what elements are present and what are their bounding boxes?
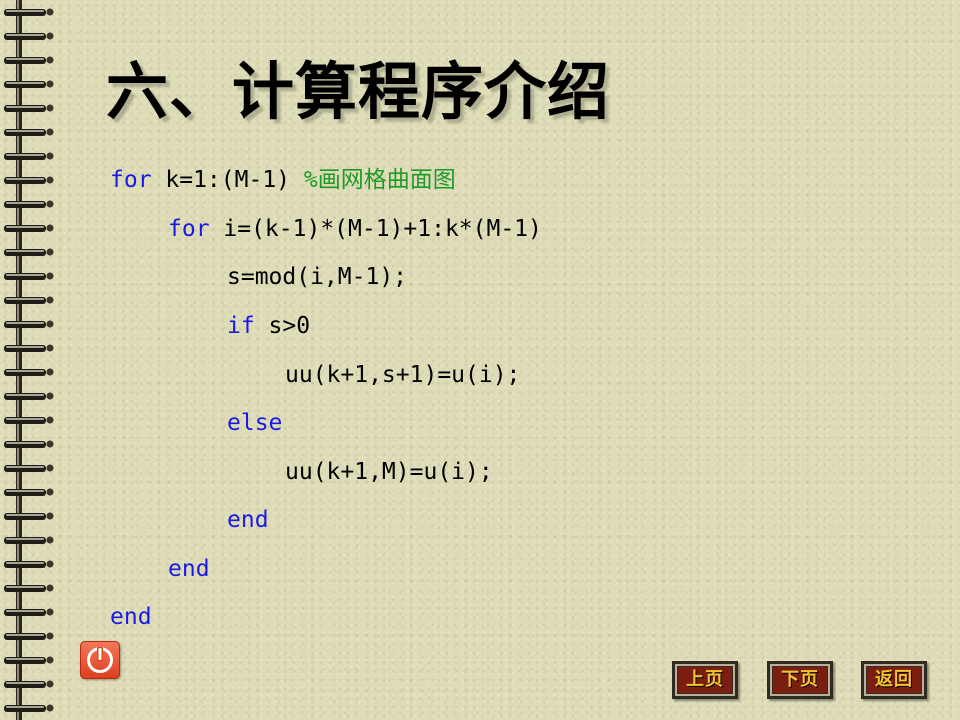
binding-ring [4, 128, 54, 136]
binding-ring [4, 344, 54, 352]
binding-ring [4, 320, 54, 328]
binding-ring [4, 392, 54, 400]
code-line: end [168, 549, 210, 589]
binding-ring [4, 104, 54, 112]
code-line: end [227, 500, 269, 540]
binding-ring [4, 272, 54, 280]
binding-ring [4, 368, 54, 376]
page-title: 六、计算程序介绍 [106, 55, 611, 128]
binding-ring [4, 440, 54, 448]
code-line: else [227, 403, 282, 443]
binding-ring [4, 584, 54, 592]
code-keyword: else [227, 410, 283, 436]
code-keyword: if [227, 313, 255, 339]
code-text: s>0 [254, 313, 311, 339]
prev-page-label: 上页 [686, 669, 724, 690]
binding-ring [4, 512, 54, 520]
code-line: if s>0 [227, 306, 310, 346]
binding-ring [4, 536, 54, 544]
spiral-binding-icon [4, 0, 54, 720]
back-button[interactable]: 返回 [861, 661, 927, 699]
code-line: end [110, 597, 152, 637]
binding-ring [4, 656, 54, 664]
code-keyword: end [227, 507, 269, 533]
binding-ring [4, 464, 54, 472]
code-line: uu(k+1,M)=u(i); [285, 452, 493, 492]
power-icon [87, 647, 113, 673]
code-keyword: for [110, 167, 152, 193]
code-text: uu(k+1,M)=u(i); [285, 459, 493, 485]
prev-page-button[interactable]: 上页 [672, 661, 738, 699]
binding-ring [4, 488, 54, 496]
binding-ring [4, 80, 54, 88]
code-text: i=(k-1)*(M-1)+1:k*(M-1) [209, 216, 542, 242]
code-line: for k=1:(M-1) %画网格曲面图 [110, 160, 456, 200]
binding-ring [4, 176, 54, 184]
binding-ring [4, 680, 54, 688]
binding-ring [4, 200, 54, 208]
code-text: uu(k+1,s+1)=u(i); [285, 362, 521, 388]
code-comment: %画网格曲面图 [303, 167, 456, 193]
code-text: s=mod(i,M-1); [227, 264, 408, 290]
code-line: for i=(k-1)*(M-1)+1:k*(M-1) [168, 209, 542, 249]
binding-ring [4, 8, 54, 16]
binding-ring [4, 296, 54, 304]
code-keyword: end [168, 556, 210, 582]
binding-ring [4, 224, 54, 232]
code-text: k=1:(M-1) [151, 167, 304, 193]
next-page-button[interactable]: 下页 [767, 661, 833, 699]
code-keyword: end [110, 604, 152, 630]
binding-ring [4, 632, 54, 640]
binding-ring [4, 608, 54, 616]
binding-ring [4, 704, 54, 712]
back-label: 返回 [875, 669, 913, 690]
binding-ring [4, 416, 54, 424]
binding-ring [4, 248, 54, 256]
next-page-label: 下页 [781, 669, 819, 690]
binding-ring [4, 152, 54, 160]
binding-ring [4, 56, 54, 64]
binding-ring [4, 560, 54, 568]
code-line: s=mod(i,M-1); [227, 257, 407, 297]
exit-button[interactable] [80, 641, 120, 679]
code-keyword: for [168, 216, 210, 242]
binding-ring [4, 32, 54, 40]
code-line: uu(k+1,s+1)=u(i); [285, 355, 520, 395]
